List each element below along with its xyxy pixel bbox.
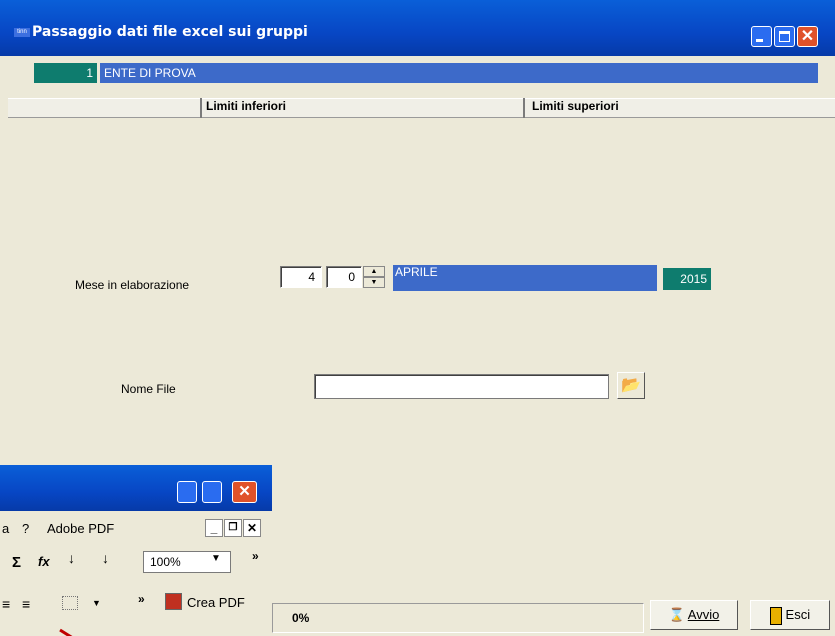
file-name-input[interactable] (314, 374, 609, 399)
close-icon: ✕ (800, 28, 815, 45)
spin-down-button[interactable]: ▼ (363, 277, 385, 288)
header-divider (200, 98, 202, 118)
year-field: 2015 (663, 268, 711, 290)
month-name: APRILE (393, 265, 657, 291)
excel-close-button[interactable]: ✕ (232, 481, 257, 503)
esci-button[interactable]: Esci (750, 600, 830, 630)
file-label: Nome File (121, 382, 176, 396)
maximize-button[interactable] (774, 26, 795, 47)
minimize-button[interactable] (751, 26, 772, 47)
hourglass-icon: ⌛ (668, 607, 685, 622)
ente-code: 1 (34, 63, 97, 83)
exit-door-icon (769, 606, 782, 625)
progress-text: 0% (292, 611, 310, 625)
window-title: Passaggio dati file excel sui gruppi (32, 24, 308, 40)
col-limiti-inferiori[interactable]: Limiti inferiori (206, 99, 286, 113)
table-header (8, 98, 835, 118)
app-icon: tinn (14, 28, 30, 37)
arrow-line (59, 628, 73, 636)
menu-item-partial[interactable]: a (2, 521, 9, 536)
col-limiti-superiori[interactable]: Limiti superiori (532, 99, 619, 113)
menu-item-help[interactable]: ? (22, 521, 29, 536)
browse-folder-button[interactable]: 📂 (617, 372, 645, 399)
ente-name: ENTE DI PROVA (100, 63, 818, 83)
doc-close-button[interactable]: ✕ (243, 519, 261, 537)
menu-item-adobe-pdf[interactable]: Adobe PDF (47, 521, 114, 536)
avvio-label: Avvio (687, 607, 720, 622)
month-spin-field[interactable]: 0 (326, 266, 362, 288)
excel-maximize-button[interactable] (202, 481, 222, 503)
mese-label: Mese in elaborazione (75, 278, 190, 292)
doc-minimize-button[interactable]: _ (205, 519, 223, 537)
doc-restore-button[interactable]: ❐ (224, 519, 242, 537)
close-icon: ✕ (238, 483, 251, 500)
header-divider (523, 98, 525, 118)
avvio-button[interactable]: ⌛ Avvio (650, 600, 738, 630)
annotation-arrow (59, 628, 73, 636)
excel-minimize-button[interactable] (177, 481, 197, 503)
folder-open-icon: 📂 (621, 377, 641, 394)
esci-label: Esci (785, 607, 811, 622)
spin-up-button[interactable]: ▲ (363, 266, 385, 277)
close-button[interactable]: ✕ (797, 26, 818, 47)
month-number-field[interactable]: 4 (280, 266, 322, 288)
